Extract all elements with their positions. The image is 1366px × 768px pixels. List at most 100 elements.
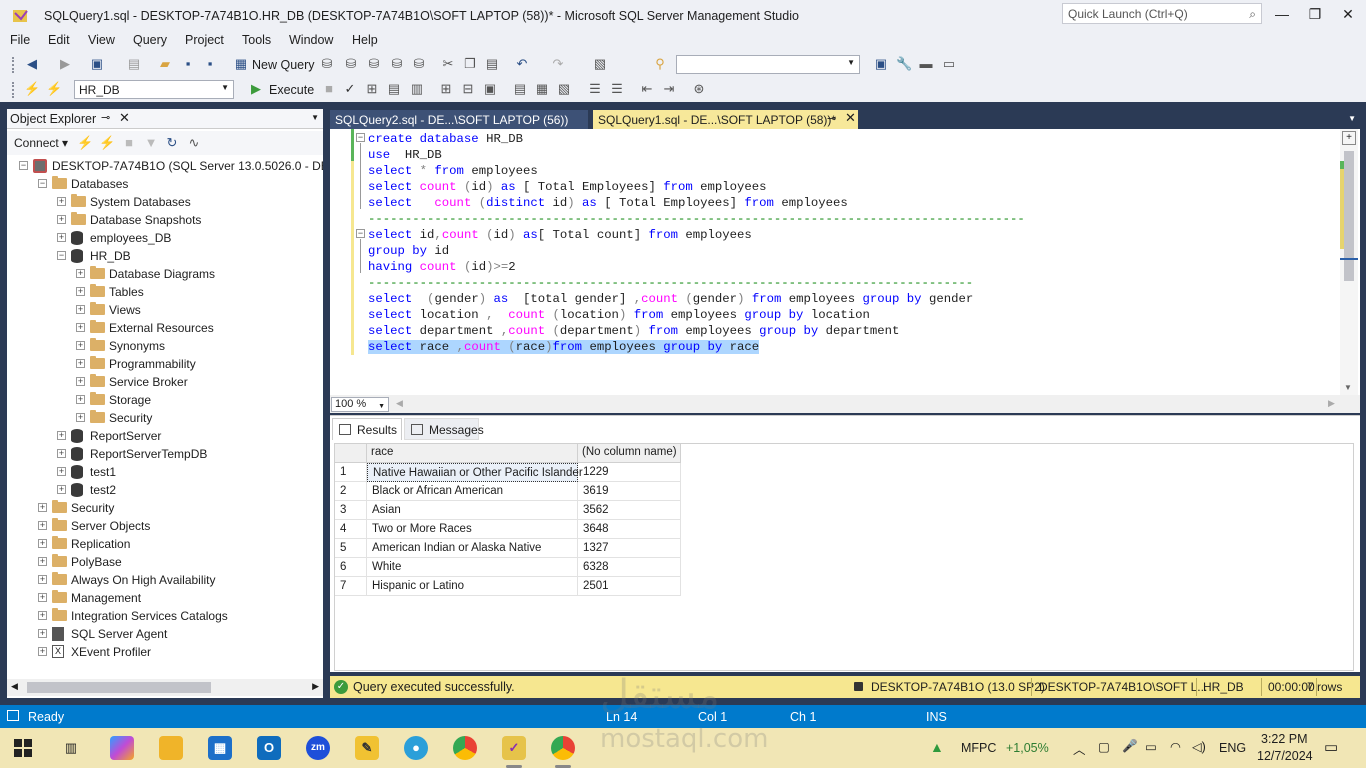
code-line[interactable]: select id,count (id) as[ Total count] fr… bbox=[368, 227, 752, 243]
connect-icon[interactable]: ⚡ bbox=[77, 135, 93, 151]
specify-values-icon[interactable]: ⊛ bbox=[691, 81, 707, 97]
menu-file[interactable]: File bbox=[10, 33, 30, 47]
live-stats-icon[interactable]: ⊟ bbox=[460, 81, 476, 97]
new-query-button[interactable]: New Query bbox=[252, 58, 315, 72]
tree-node[interactable]: + Always On High Availability bbox=[7, 571, 323, 589]
scroll-left-icon[interactable]: ◀ bbox=[396, 398, 403, 409]
expand-icon[interactable]: + bbox=[38, 539, 47, 548]
close-icon[interactable]: ✕ bbox=[845, 110, 856, 126]
expand-icon[interactable]: + bbox=[38, 503, 47, 512]
chrome-icon[interactable] bbox=[453, 736, 477, 760]
find-combo[interactable]: ▼ bbox=[676, 55, 860, 74]
count-cell[interactable]: 2501 bbox=[578, 577, 681, 596]
race-cell[interactable]: Hispanic or Latino bbox=[367, 577, 578, 596]
activity-icon[interactable]: ∿ bbox=[186, 135, 202, 151]
chevron-up-icon[interactable]: ︿ bbox=[1073, 739, 1086, 758]
tree-node[interactable]: + ReportServerTempDB bbox=[7, 445, 323, 463]
quick-launch-input[interactable]: Quick Launch (Ctrl+Q) ⌕ bbox=[1062, 3, 1262, 24]
menu-help[interactable]: Help bbox=[352, 33, 378, 47]
include-plan-icon[interactable]: ⊞ bbox=[438, 81, 454, 97]
stock-name[interactable]: MFPC bbox=[961, 741, 996, 755]
clock-date[interactable]: 12/7/2024 bbox=[1257, 749, 1313, 763]
add-item-icon[interactable]: ▤ bbox=[126, 56, 142, 72]
collapse-icon[interactable]: − bbox=[356, 133, 365, 142]
expand-icon[interactable]: + bbox=[76, 377, 85, 386]
new-query-icon[interactable]: ▦ bbox=[233, 56, 249, 72]
ssms-taskbar-icon[interactable]: ✓ bbox=[502, 736, 526, 760]
code-line[interactable]: select count (id) as [ Total Employees] … bbox=[368, 179, 767, 195]
pin-icon[interactable]: ⊸ bbox=[827, 112, 836, 125]
toolbox-icon[interactable]: ▬ bbox=[918, 56, 934, 72]
expand-icon[interactable]: + bbox=[38, 647, 47, 656]
count-cell[interactable]: 3619 bbox=[578, 482, 681, 501]
chevron-down-icon[interactable]: ▼ bbox=[311, 113, 319, 122]
race-cell[interactable]: Native Hawaiian or Other Pacific Islande… bbox=[367, 463, 583, 482]
activity-monitor-icon[interactable]: ▧ bbox=[592, 56, 608, 72]
race-cell[interactable]: Asian bbox=[367, 501, 578, 520]
filter-icon[interactable]: ▼ bbox=[143, 135, 159, 151]
expand-icon[interactable]: + bbox=[57, 449, 66, 458]
scroll-right-icon[interactable]: ▶ bbox=[312, 681, 319, 692]
copilot-icon[interactable] bbox=[110, 736, 134, 760]
clock-time[interactable]: 3:22 PM bbox=[1261, 732, 1308, 746]
windows-start-icon[interactable] bbox=[14, 739, 32, 757]
query-designer-icon[interactable]: ▤ bbox=[386, 81, 402, 97]
tab-messages[interactable]: Messages bbox=[404, 418, 484, 440]
toolbar-grip[interactable] bbox=[12, 82, 15, 98]
tree-node[interactable]: + Views bbox=[7, 301, 323, 319]
tree-node[interactable]: + Management bbox=[7, 589, 323, 607]
minimize-button[interactable]: — bbox=[1270, 5, 1294, 25]
tree-node[interactable]: + Database Diagrams bbox=[7, 265, 323, 283]
copy-icon[interactable]: ❐ bbox=[462, 56, 478, 72]
code-line[interactable]: create database HR_DB bbox=[368, 131, 523, 147]
chrome-profile-icon[interactable] bbox=[551, 736, 575, 760]
expand-icon[interactable]: + bbox=[38, 611, 47, 620]
tree-node[interactable]: + test1 bbox=[7, 463, 323, 481]
close-icon[interactable]: ✕ bbox=[119, 110, 130, 126]
menu-query[interactable]: Query bbox=[133, 33, 167, 47]
code-line[interactable]: group by id bbox=[368, 243, 449, 259]
code-line[interactable]: use HR_DB bbox=[368, 147, 442, 163]
expand-icon[interactable]: + bbox=[76, 359, 85, 368]
chevron-down-icon[interactable]: ▼ bbox=[1348, 114, 1356, 123]
connect-icon[interactable]: ⚡ bbox=[24, 81, 40, 97]
tree-node[interactable]: + Tables bbox=[7, 283, 323, 301]
stock-change[interactable]: +1,05% bbox=[1006, 741, 1049, 755]
client-stats-icon[interactable]: ▣ bbox=[482, 81, 498, 97]
collapse-icon[interactable]: − bbox=[356, 229, 365, 238]
disconnect-icon[interactable]: ⚡ bbox=[99, 135, 115, 151]
expand-icon[interactable]: + bbox=[38, 521, 47, 530]
zoom-selector[interactable]: 100 % ▼ bbox=[331, 397, 389, 412]
expand-icon[interactable]: + bbox=[57, 485, 66, 494]
menu-tools[interactable]: Tools bbox=[242, 33, 271, 47]
database-selector[interactable]: HR_DB ▼ bbox=[74, 80, 234, 99]
tree-node[interactable]: + PolyBase bbox=[7, 553, 323, 571]
expand-icon[interactable]: + bbox=[57, 215, 66, 224]
expand-icon[interactable]: + bbox=[57, 431, 66, 440]
language-indicator[interactable]: ENG bbox=[1219, 741, 1246, 755]
expand-icon[interactable]: + bbox=[57, 467, 66, 476]
tree-node[interactable]: + Database Snapshots bbox=[7, 211, 323, 229]
expand-icon[interactable]: + bbox=[57, 233, 66, 242]
column-header-count[interactable]: (No column name) bbox=[578, 444, 681, 463]
race-cell[interactable]: Two or More Races bbox=[367, 520, 578, 539]
tree-node[interactable]: + X XEvent Profiler bbox=[7, 643, 323, 661]
race-cell[interactable]: Black or African American bbox=[367, 482, 578, 501]
battery-icon[interactable]: ▭ bbox=[1145, 739, 1157, 754]
back-icon[interactable]: ◀ bbox=[24, 56, 40, 72]
open-file-icon[interactable]: ▰ bbox=[157, 56, 173, 72]
save-all-icon[interactable]: ▪ bbox=[202, 56, 218, 72]
close-window-button[interactable]: ✕ bbox=[1336, 5, 1360, 25]
count-cell[interactable]: 1229 bbox=[578, 463, 681, 482]
expand-icon[interactable]: + bbox=[38, 557, 47, 566]
scrollbar-thumb[interactable] bbox=[27, 682, 211, 693]
count-cell[interactable]: 1327 bbox=[578, 539, 681, 558]
analysis-icon[interactable]: ⛁ bbox=[411, 56, 427, 72]
split-icon[interactable]: + bbox=[1342, 131, 1356, 145]
row-number-cell[interactable]: 1 bbox=[335, 463, 367, 482]
code-line[interactable]: select (gender) as [total gender] ,count… bbox=[368, 291, 973, 307]
menu-window[interactable]: Window bbox=[289, 33, 333, 47]
save-icon[interactable]: ▪ bbox=[180, 56, 196, 72]
tab-results[interactable]: Results bbox=[332, 418, 402, 440]
code-line[interactable]: select race ,count (race)from employees … bbox=[368, 339, 760, 355]
